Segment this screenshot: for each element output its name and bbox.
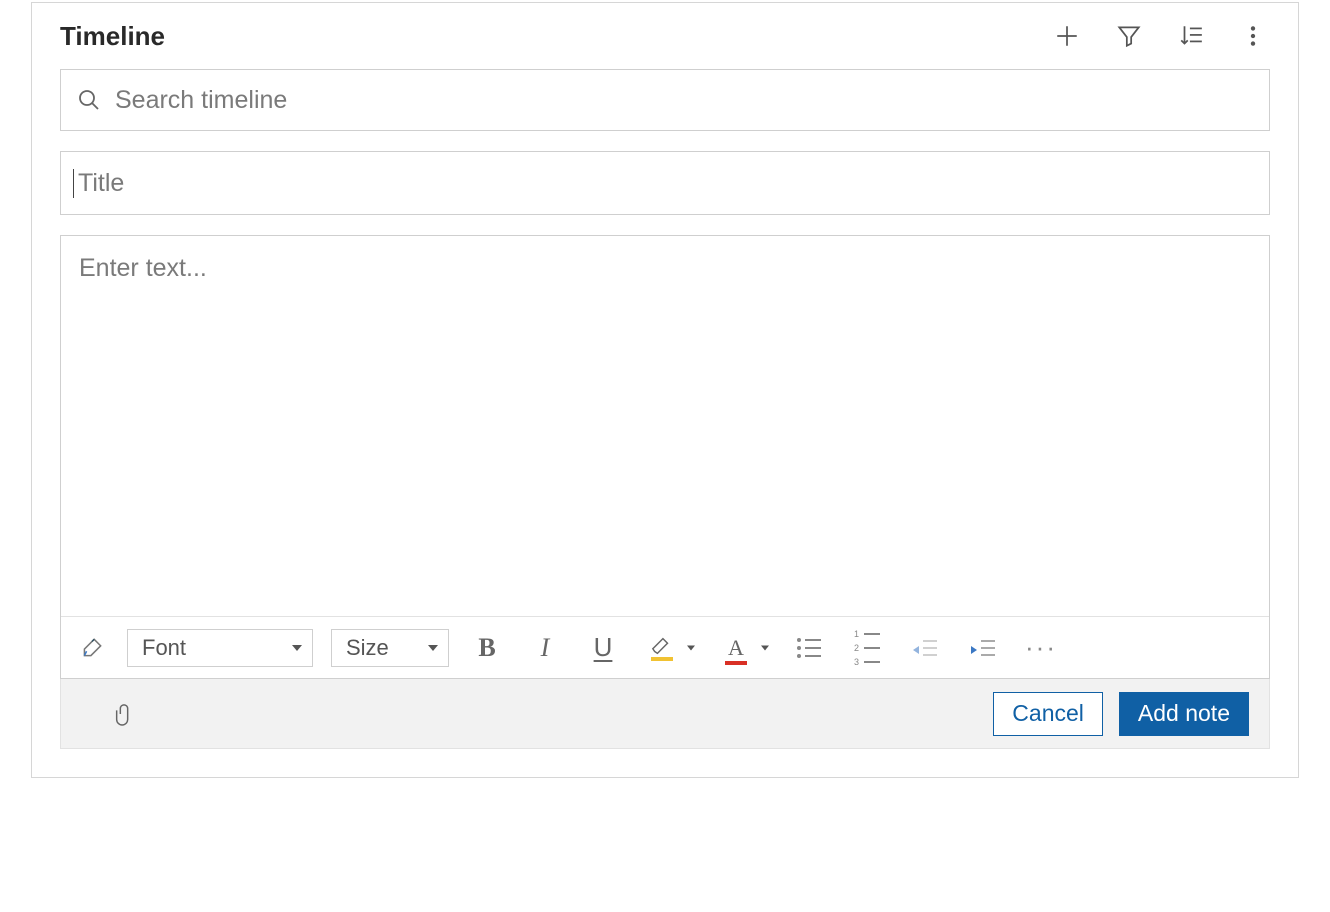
- bold-icon: B: [478, 633, 495, 663]
- format-painter-button[interactable]: [75, 631, 109, 665]
- note-title-box[interactable]: [60, 151, 1270, 215]
- add-note-button[interactable]: Add note: [1119, 692, 1249, 736]
- bullet-list-icon: [797, 638, 821, 658]
- underline-button[interactable]: U: [583, 628, 623, 668]
- kebab-icon: [1240, 23, 1266, 49]
- bold-button[interactable]: B: [467, 628, 507, 668]
- timeline-header: Timeline: [32, 3, 1298, 61]
- decrease-indent-button[interactable]: [905, 628, 945, 668]
- cancel-button[interactable]: Cancel: [993, 692, 1103, 736]
- italic-button[interactable]: I: [525, 628, 565, 668]
- paintbrush-icon: [79, 635, 105, 661]
- more-formatting-button[interactable]: ···: [1021, 628, 1061, 668]
- search-icon: [77, 88, 101, 112]
- numbered-list-button[interactable]: 1 2 3: [847, 628, 887, 668]
- rich-text-toolbar: Font Size B I U A: [61, 616, 1269, 678]
- font-family-label: Font: [142, 635, 186, 661]
- add-record-button[interactable]: [1050, 19, 1084, 53]
- underline-icon: U: [594, 632, 613, 663]
- numbered-list-icon: 1 2 3: [854, 629, 880, 667]
- chevron-down-icon: [687, 645, 695, 650]
- note-footer: Cancel Add note: [60, 679, 1270, 749]
- note-body-box: Enter text... Font Size B I U: [60, 235, 1270, 679]
- sort-icon: [1178, 23, 1204, 49]
- increase-indent-button[interactable]: [963, 628, 1003, 668]
- plus-icon: [1054, 23, 1080, 49]
- sort-button[interactable]: [1174, 19, 1208, 53]
- font-size-dropdown[interactable]: Size: [331, 629, 449, 667]
- italic-icon: I: [541, 633, 550, 663]
- timeline-header-actions: [1050, 19, 1270, 53]
- font-size-label: Size: [346, 635, 389, 661]
- search-input[interactable]: [115, 86, 1253, 115]
- chevron-down-icon: [761, 645, 769, 650]
- note-body-input[interactable]: Enter text...: [61, 236, 1269, 616]
- funnel-icon: [1116, 23, 1142, 49]
- more-commands-button[interactable]: [1236, 19, 1270, 53]
- font-color-button[interactable]: A: [715, 628, 771, 668]
- outdent-icon: [913, 638, 937, 658]
- chevron-down-icon: [292, 645, 302, 651]
- chevron-down-icon: [428, 645, 438, 651]
- indent-icon: [971, 638, 995, 658]
- font-family-dropdown[interactable]: Font: [127, 629, 313, 667]
- ellipsis-icon: ···: [1025, 632, 1057, 663]
- paperclip-icon: [113, 699, 135, 729]
- font-color-icon: A: [725, 635, 747, 661]
- timeline-title: Timeline: [60, 21, 1050, 52]
- bullet-list-button[interactable]: [789, 628, 829, 668]
- note-title-input[interactable]: [73, 169, 1257, 198]
- filter-button[interactable]: [1112, 19, 1146, 53]
- search-box[interactable]: [60, 69, 1270, 131]
- attach-file-button[interactable]: [109, 694, 139, 734]
- highlight-color-button[interactable]: [641, 628, 697, 668]
- timeline-panel: Timeline Enter text...: [31, 2, 1299, 778]
- highlighter-icon: [651, 637, 673, 659]
